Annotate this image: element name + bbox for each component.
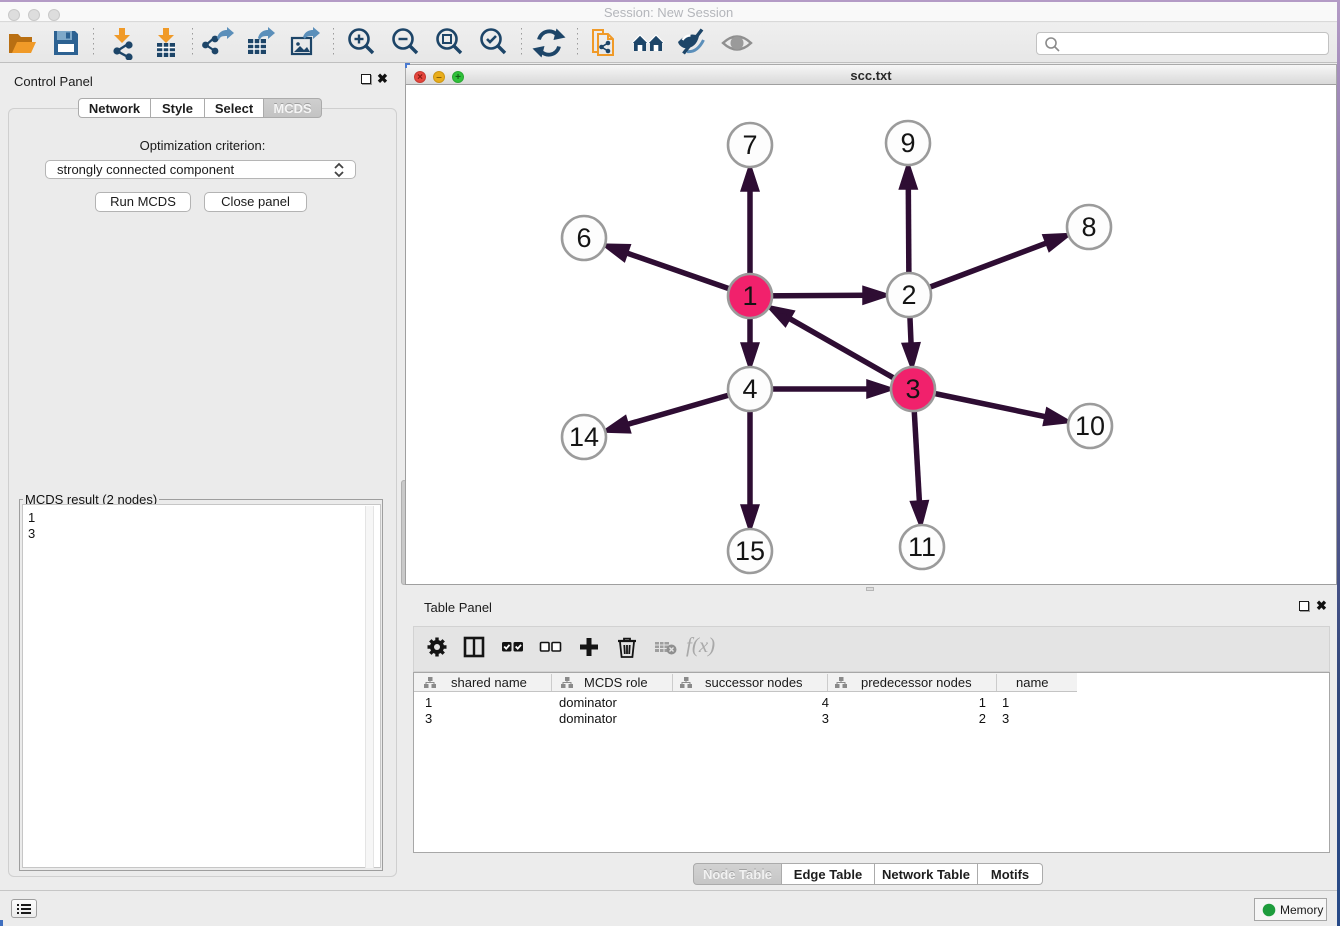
svg-text:7: 7 — [742, 130, 757, 160]
svg-text:11: 11 — [908, 532, 936, 562]
svg-text:4: 4 — [742, 374, 757, 404]
svg-text:3: 3 — [905, 374, 920, 404]
svg-text:15: 15 — [735, 536, 765, 566]
svg-text:1: 1 — [742, 281, 757, 311]
svg-text:6: 6 — [576, 223, 591, 253]
svg-text:2: 2 — [901, 280, 916, 310]
svg-text:10: 10 — [1075, 411, 1105, 441]
svg-text:9: 9 — [900, 128, 915, 158]
svg-text:14: 14 — [569, 422, 599, 452]
svg-text:8: 8 — [1081, 212, 1096, 242]
